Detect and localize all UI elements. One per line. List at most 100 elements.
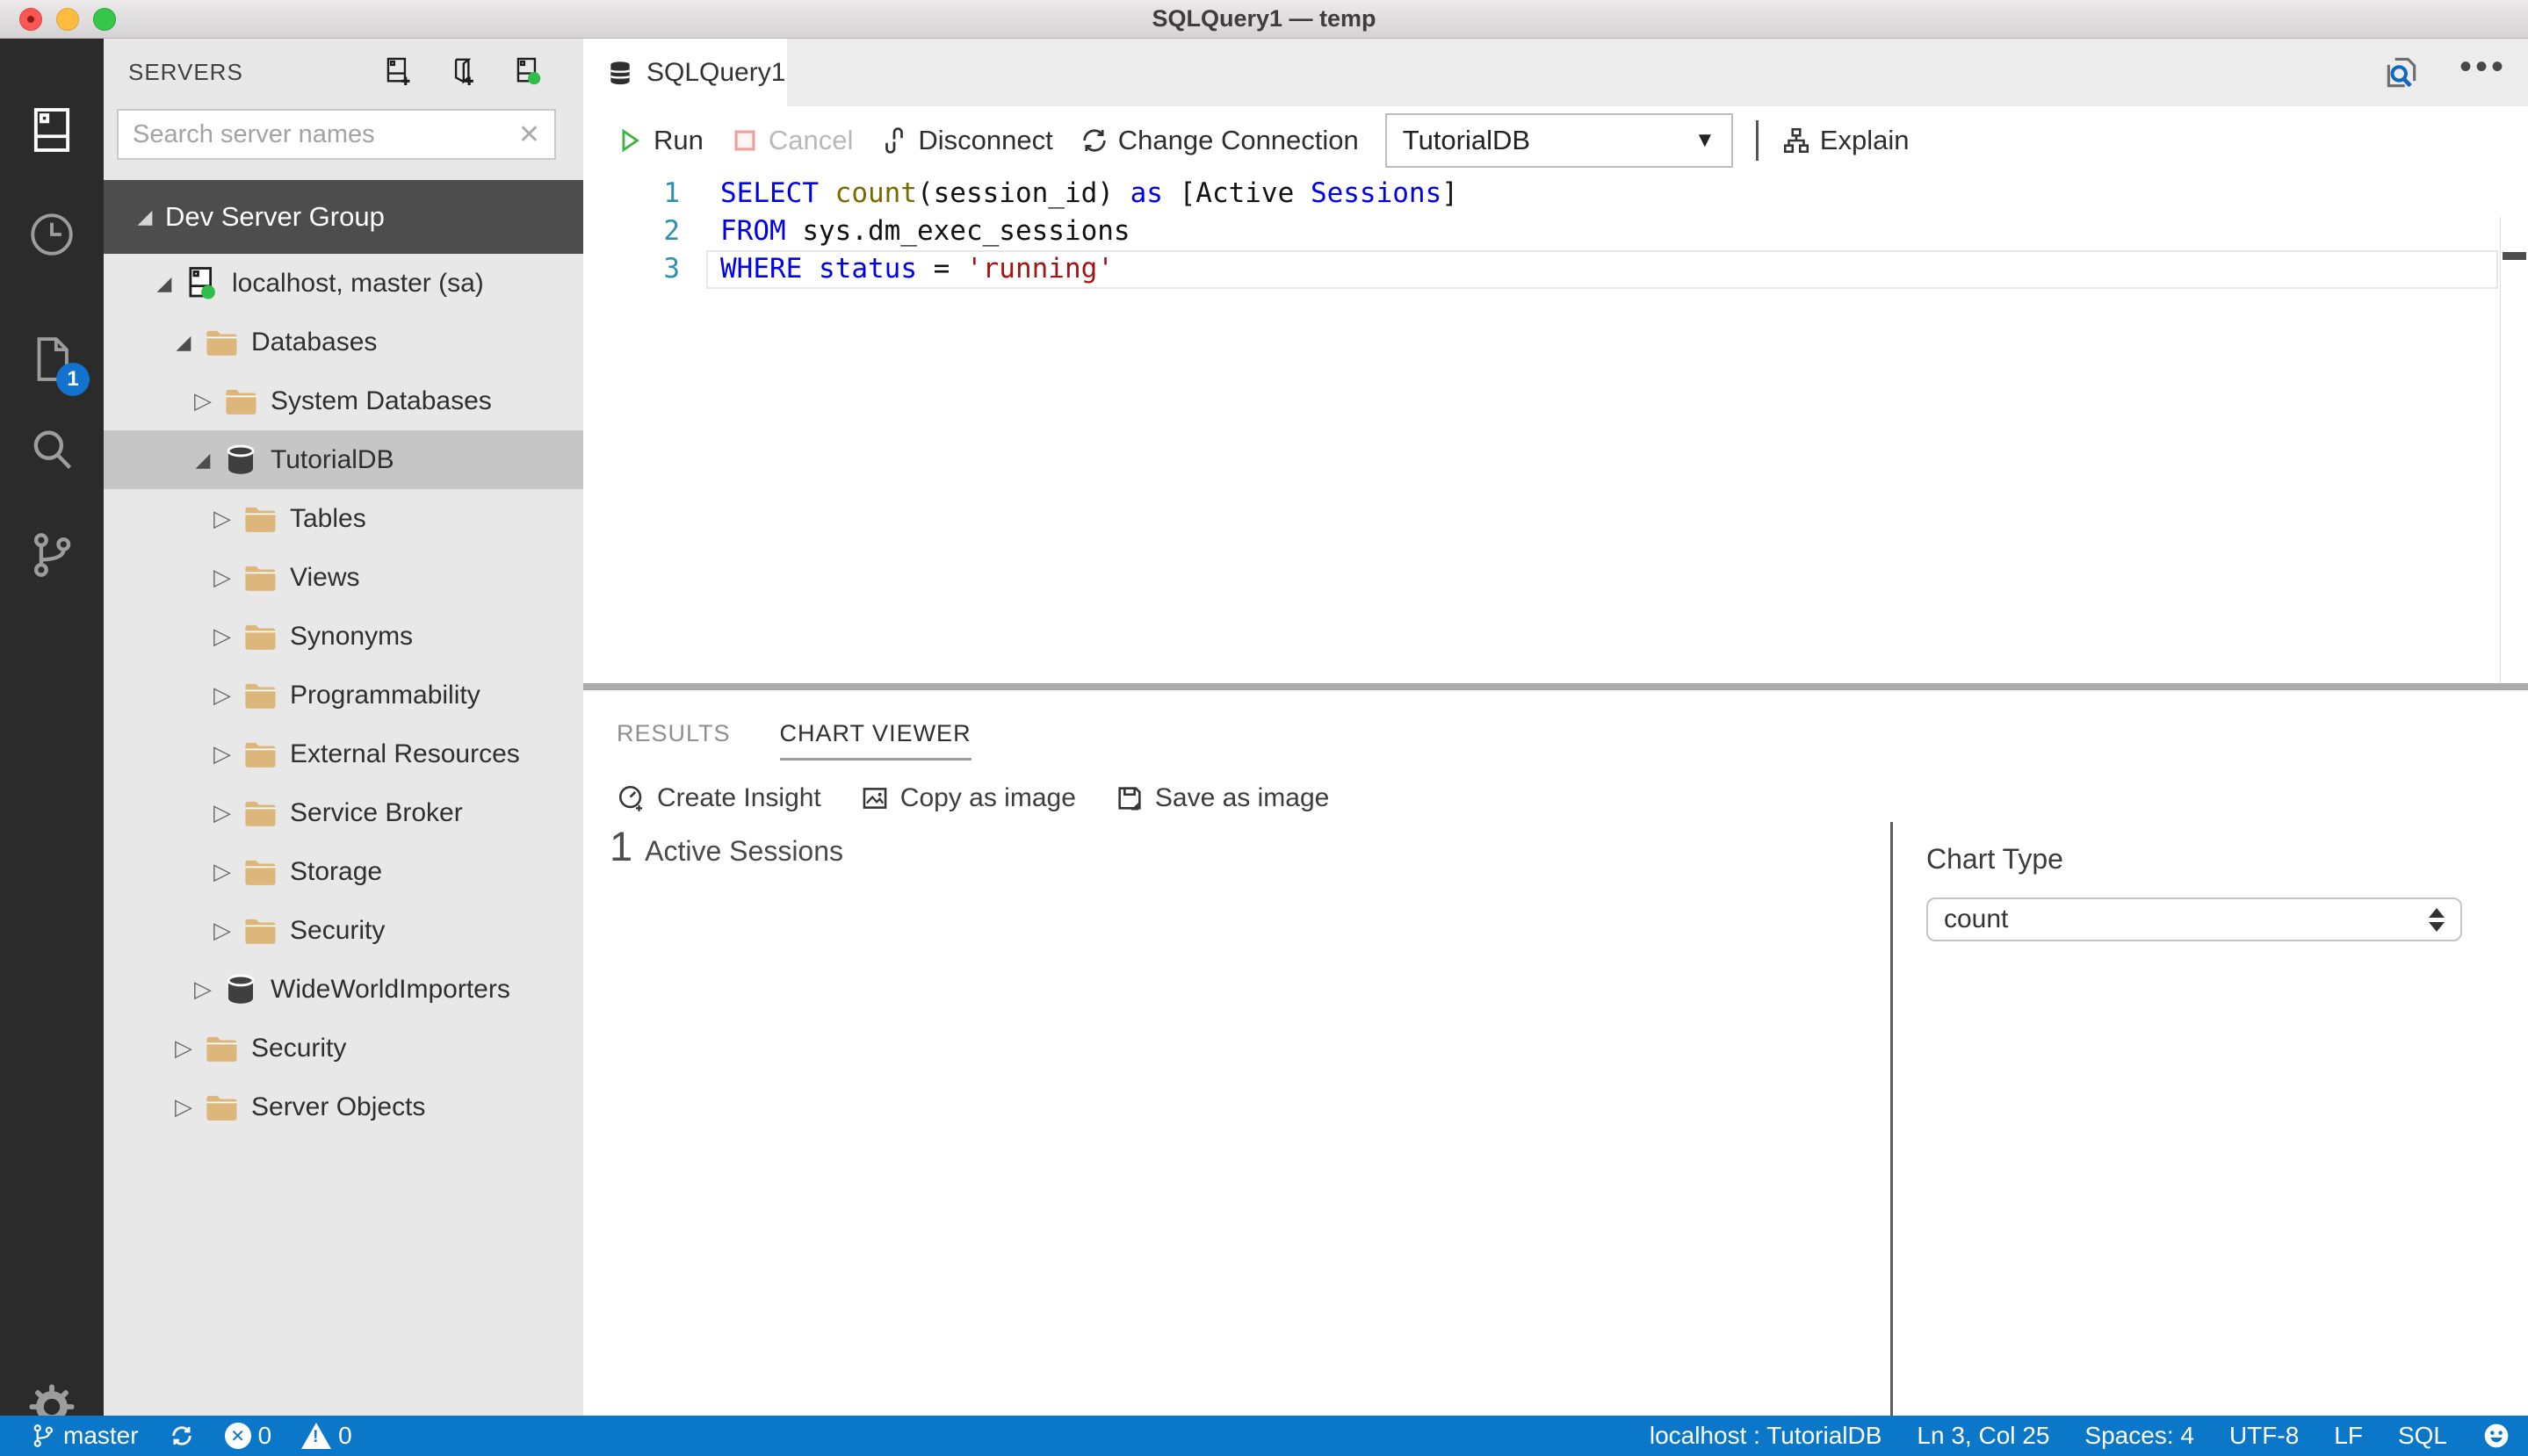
database-tab-icon xyxy=(606,59,634,87)
tree-item-programmability[interactable]: ▷ Programmability xyxy=(104,666,583,724)
change-connection-button[interactable]: Change Connection xyxy=(1080,125,1359,156)
tree-item-label: Tables xyxy=(290,503,366,533)
warnings-indicator[interactable]: 0 xyxy=(301,1422,352,1450)
tree-item-label: Security xyxy=(290,915,386,945)
explain-icon xyxy=(1781,126,1820,155)
git-branch-indicator[interactable]: master xyxy=(30,1422,139,1450)
tree-item-label: System Databases xyxy=(271,386,492,415)
twistie-expanded-icon[interactable]: ◢ xyxy=(188,449,218,472)
feedback-smiley-icon[interactable] xyxy=(2482,1422,2510,1450)
create-insight-button[interactable]: Create Insight xyxy=(617,783,821,813)
disconnect-button[interactable]: Disconnect xyxy=(879,125,1053,156)
open-file-search-icon[interactable] xyxy=(2382,54,2421,92)
close-window-button[interactable] xyxy=(19,8,42,31)
tree-item-label: Dev Server Group xyxy=(165,201,385,232)
status-indentation[interactable]: Spaces: 4 xyxy=(2084,1422,2194,1450)
twistie-collapsed-icon[interactable]: ▷ xyxy=(207,740,237,768)
tree-item-wideworldimporters[interactable]: ▷ WideWorldImporters xyxy=(104,960,583,1019)
tree-item-views[interactable]: ▷ Views xyxy=(104,548,583,607)
tree-item-localhost-master-sa[interactable]: ◢ localhost, master (sa) xyxy=(104,254,583,313)
twistie-collapsed-icon[interactable]: ▷ xyxy=(188,976,218,1003)
code-editor[interactable]: 1 SELECT count(session_id) as [Active Ses… xyxy=(583,175,2528,723)
new-connection-button[interactable] xyxy=(381,55,415,89)
folder-icon xyxy=(241,500,279,538)
status-cursor-position[interactable]: Ln 3, Col 25 xyxy=(1917,1422,2049,1450)
activity-item-source-control[interactable] xyxy=(0,513,104,597)
twistie-expanded-icon[interactable]: ◢ xyxy=(169,331,199,354)
twistie-collapsed-icon[interactable]: ▷ xyxy=(207,681,237,709)
activity-item-open-editors[interactable]: 1 xyxy=(0,317,104,401)
git-branch-icon xyxy=(26,530,77,580)
twistie-collapsed-icon[interactable]: ▷ xyxy=(169,1093,199,1121)
tree-item-security[interactable]: ▷ Security xyxy=(104,1019,583,1078)
errors-indicator[interactable]: ✕ 0 xyxy=(224,1422,271,1450)
search-input[interactable] xyxy=(119,119,518,149)
activity-item-servers[interactable] xyxy=(0,88,104,172)
twistie-collapsed-icon[interactable]: ▷ xyxy=(207,505,237,532)
new-server-group-button[interactable] xyxy=(446,55,480,89)
panel-splitter[interactable] xyxy=(583,683,2528,690)
error-icon: ✕ xyxy=(224,1423,251,1449)
folder-icon xyxy=(221,382,260,421)
twistie-collapsed-icon[interactable]: ▷ xyxy=(207,623,237,650)
explain-button[interactable]: Explain xyxy=(1781,125,1909,156)
twistie-collapsed-icon[interactable]: ▷ xyxy=(207,917,237,944)
run-button[interactable]: Run xyxy=(615,125,704,156)
editor-area: SQLQuery1 ••• Run Cancel Disconnect Chan… xyxy=(583,39,2528,1416)
tree-item-tables[interactable]: ▷ Tables xyxy=(104,489,583,548)
active-connections-button[interactable] xyxy=(511,55,545,89)
activity-item-search[interactable] xyxy=(0,407,104,492)
twistie-expanded-icon[interactable]: ◢ xyxy=(130,205,160,228)
copy-as-image-button[interactable]: Copy as image xyxy=(860,783,1076,813)
status-connection[interactable]: localhost : TutorialDB xyxy=(1650,1422,1882,1450)
minimize-window-button[interactable] xyxy=(56,8,79,31)
insight-value: 1 Active Sessions xyxy=(610,822,843,870)
tree-item-synonyms[interactable]: ▷ Synonyms xyxy=(104,607,583,666)
tree-item-tutorialdb[interactable]: ◢ TutorialDB xyxy=(104,430,583,489)
folder-icon xyxy=(241,853,279,891)
tree-item-system-databases[interactable]: ▷ System Databases xyxy=(104,371,583,430)
tree-item-label: Views xyxy=(290,562,360,592)
folder-icon xyxy=(241,559,279,597)
insight-label: Active Sessions xyxy=(645,835,844,867)
cancel-button[interactable]: Cancel xyxy=(730,125,853,156)
status-encoding[interactable]: UTF-8 xyxy=(2229,1422,2299,1450)
tree-item-server-objects[interactable]: ▷ Server Objects xyxy=(104,1078,583,1136)
status-eol[interactable]: LF xyxy=(2334,1422,2363,1450)
activity-item-task-history[interactable] xyxy=(0,192,104,277)
tree-item-label: Security xyxy=(251,1033,347,1063)
panel-tab-results[interactable]: RESULTS xyxy=(617,720,731,760)
chart-type-select[interactable]: count xyxy=(1926,897,2462,941)
tree-item-databases[interactable]: ◢ Databases xyxy=(104,313,583,371)
status-language-mode[interactable]: SQL xyxy=(2398,1422,2447,1450)
clear-search-icon[interactable]: ✕ xyxy=(518,119,554,150)
twistie-collapsed-icon[interactable]: ▷ xyxy=(207,858,237,885)
sidebar-header: SERVERS xyxy=(104,39,583,105)
more-actions-icon[interactable]: ••• xyxy=(2459,49,2507,88)
run-icon xyxy=(615,126,654,155)
twistie-collapsed-icon[interactable]: ▷ xyxy=(188,387,218,414)
database-dropdown[interactable]: TutorialDB ▼ xyxy=(1384,113,1733,168)
twistie-collapsed-icon[interactable]: ▷ xyxy=(207,799,237,826)
tree-item-security[interactable]: ▷ Security xyxy=(104,901,583,960)
folder-icon xyxy=(241,676,279,715)
tree-item-dev-server-group[interactable]: ◢ Dev Server Group xyxy=(104,180,583,254)
sync-button[interactable] xyxy=(169,1423,195,1449)
twistie-expanded-icon[interactable]: ◢ xyxy=(149,272,179,295)
save-image-icon xyxy=(1115,783,1155,813)
tree-item-external-resources[interactable]: ▷ External Resources xyxy=(104,724,583,783)
twistie-collapsed-icon[interactable]: ▷ xyxy=(207,564,237,591)
tab-sqlquery1[interactable]: SQLQuery1 xyxy=(583,39,787,106)
tree-item-service-broker[interactable]: ▷ Service Broker xyxy=(104,783,583,842)
twistie-collapsed-icon[interactable]: ▷ xyxy=(169,1034,199,1062)
editor-tab-strip: SQLQuery1 ••• xyxy=(583,39,2528,106)
zoom-window-button[interactable] xyxy=(93,8,116,31)
cancel-icon xyxy=(730,126,769,155)
save-as-image-button[interactable]: Save as image xyxy=(1115,783,1329,813)
activity-bar: 1 xyxy=(0,39,104,1430)
panel-tab-chart-viewer[interactable]: CHART VIEWER xyxy=(779,720,971,760)
tree-item-label: Synonyms xyxy=(290,621,414,651)
select-stepper-icon xyxy=(2429,907,2445,932)
tree-item-storage[interactable]: ▷ Storage xyxy=(104,842,583,901)
folder-icon xyxy=(202,323,241,362)
